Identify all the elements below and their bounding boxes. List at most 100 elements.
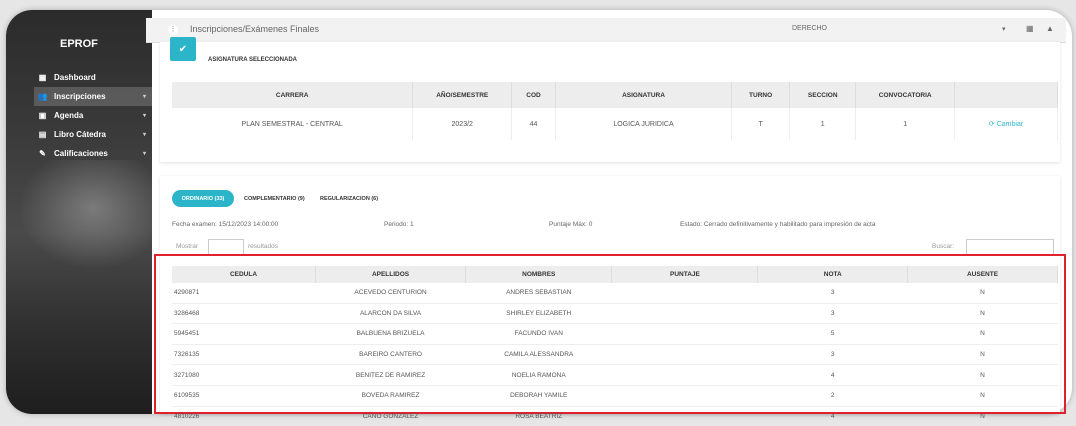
cell-apellidos: BALBUENA BRIZUELA	[315, 323, 466, 345]
fecha-examen: Fecha examen: 15/12/2023 14:00:00	[172, 221, 279, 228]
column-header: CARRERA	[172, 82, 414, 108]
cell-puntaje	[611, 384, 758, 407]
table-row: 3286468 ALARCON DA SILVA SHIRLEY ELIZABE…	[172, 302, 1058, 324]
sidebar-item-label: Dashboard	[54, 73, 96, 82]
page-title: Inscripciones/Exámenes Finales	[190, 24, 320, 34]
table-row: 5945451 BALBUENA BRIZUELA FACUNDO IVAN 5…	[172, 323, 1058, 345]
asignatura-heading: ASIGNATURA SELECCIONADA	[208, 57, 298, 63]
table-row: 3271080 BENITEZ DE RAMIREZ NOELIA RAMONA…	[172, 364, 1058, 386]
sidebar-item-label: Agenda	[54, 111, 84, 120]
search-input[interactable]	[966, 239, 1054, 255]
tab-regularizacion[interactable]: REGULARIZACION (6)	[320, 196, 378, 202]
cambiar-label: Cambiar	[996, 121, 1024, 128]
brand-logo: EPROF	[60, 38, 98, 50]
cell-turno: T	[731, 108, 791, 140]
sidebar-item-label: Inscripciones	[54, 92, 106, 101]
puntaje-max: Puntaje Máx: 0	[549, 221, 593, 228]
menu-dots-icon[interactable]: ⋮	[168, 25, 178, 35]
chevron-down-icon: ▾	[142, 132, 146, 138]
tab-complementario[interactable]: COMPLEMENTARIO (9)	[244, 196, 305, 202]
cell-cedula: 3286468	[172, 302, 316, 324]
dashboard-icon: ▦	[38, 73, 47, 82]
column-header-apellidos[interactable]: APELLIDOS	[315, 266, 467, 283]
column-header: SECCION	[789, 82, 857, 108]
cell-apellidos: ALARCON DA SILVA	[315, 302, 466, 324]
cell-cod: 44	[511, 108, 556, 140]
table-row: 4290871 ACEVEDO CENTURION ANDRES SEBASTI…	[172, 282, 1058, 304]
pencil-icon: ✎	[39, 149, 46, 158]
cell-nota: 5	[757, 323, 908, 345]
cell-cedula: 7326135	[172, 343, 316, 365]
cell-apellidos: ACEVEDO CENTURION	[315, 282, 466, 304]
column-header	[954, 82, 1058, 108]
cell-apellidos: BENITEZ DE RAMIREZ	[315, 364, 466, 386]
cell-carrera: PLAN SEMESTRAL - CENTRAL	[172, 108, 414, 140]
cell-puntaje	[611, 302, 758, 324]
cell-ausente: N	[907, 384, 1058, 407]
column-header: CONVOCATORIA	[855, 82, 956, 108]
cell-nombres: SHIRLEY ELIZABETH	[465, 302, 612, 324]
people-icon: 👥	[37, 92, 48, 101]
cell-cedula: 6109535	[172, 384, 316, 407]
sidebar-item-dashboard[interactable]: ▦ Dashboard	[34, 68, 152, 87]
cell-nota: 2	[757, 384, 908, 407]
tab-ordinario[interactable]: ORDINARIO (33)	[172, 190, 234, 207]
column-header-ausente[interactable]: AUSENTE	[907, 266, 1058, 283]
cell-nombres: ANDRES SEBASTIAN	[465, 282, 612, 304]
sidebar: EPROF ▦ Dashboard 👥 Inscripciones ▾ ▣ Ag…	[6, 10, 152, 414]
carrera-selector[interactable]: DERECHO	[792, 25, 827, 32]
asignatura-table: CARRERA AÑO/SEMESTRE COD ASIGNATURA TURN…	[172, 82, 1058, 140]
resultados-label: resultados	[248, 243, 278, 250]
cell-asignatura: LOGICA JURIDICA	[555, 108, 733, 140]
mostrar-label: Mostrar	[176, 243, 199, 250]
grid-icon[interactable]: ▦	[1026, 24, 1034, 33]
cell-nombres: ROSA BEATRIZ	[465, 405, 612, 426]
periodo: Periodo: 1	[384, 221, 414, 228]
chevron-down-icon: ▾	[142, 94, 146, 100]
sidebar-item-calificaciones[interactable]: ✎ Calificaciones ▾	[34, 144, 152, 163]
book-icon: ▤	[38, 130, 47, 139]
user-icon[interactable]: ▲	[1046, 24, 1054, 33]
cell-apellidos: BAREIRO CANTERO	[315, 343, 466, 365]
column-header-puntaje[interactable]: PUNTAJE	[611, 266, 759, 283]
top-bar: ⋮ Inscripciones/Exámenes Finales DERECHO…	[146, 18, 1066, 43]
cell-puntaje	[611, 364, 758, 386]
chevron-down-icon[interactable]: ▾	[1002, 25, 1006, 33]
column-header: COD	[511, 82, 556, 108]
sidebar-nav: ▦ Dashboard 👥 Inscripciones ▾ ▣ Agenda ▾…	[34, 68, 152, 163]
cell-apellidos: BOVEDA RAMIREZ	[315, 384, 466, 407]
cell-ausente: N	[907, 364, 1058, 386]
sidebar-item-libro-catedra[interactable]: ▤ Libro Cátedra ▾	[34, 125, 152, 144]
sidebar-item-agenda[interactable]: ▣ Agenda ▾	[34, 106, 152, 125]
column-header-cedula[interactable]: CEDULA	[172, 266, 316, 283]
cell-ausente: N	[907, 343, 1058, 365]
page-length-select[interactable]	[208, 239, 244, 255]
cell-nota: 3	[757, 302, 908, 324]
table-header-row: CARRERA AÑO/SEMESTRE COD ASIGNATURA TURN…	[172, 82, 1058, 108]
table-row: 7326135 BAREIRO CANTERO CAMILA ALESSANDR…	[172, 343, 1058, 365]
table-row: PLAN SEMESTRAL - CENTRAL 2023/2 44 LOGIC…	[172, 108, 1058, 140]
students-table: CEDULA APELLIDOS NOMBRES PUNTAJE NOTA AU…	[172, 266, 1058, 426]
cell-ausente: N	[907, 282, 1058, 304]
sidebar-item-inscripciones[interactable]: 👥 Inscripciones ▾	[34, 87, 152, 106]
cell-puntaje	[611, 282, 758, 304]
clipboard-icon: ✔	[170, 37, 196, 61]
column-header: ASIGNATURA	[555, 82, 733, 108]
cell-nombres: DEBORAH YAMILE	[465, 384, 612, 407]
cell-nota: 3	[757, 282, 908, 304]
refresh-icon: ⟳	[988, 121, 995, 128]
cell-ausente: N	[907, 323, 1058, 345]
cell-cedula: 3271080	[172, 364, 316, 386]
cell-ausente: N	[907, 405, 1058, 426]
table-row: 6109535 BOVEDA RAMIREZ DEBORAH YAMILE 2 …	[172, 384, 1058, 407]
table-header-row: CEDULA APELLIDOS NOMBRES PUNTAJE NOTA AU…	[172, 266, 1058, 283]
column-header-nombres[interactable]: NOMBRES	[465, 266, 613, 283]
column-header-nota[interactable]: NOTA	[757, 266, 909, 283]
cell-puntaje	[611, 323, 758, 345]
chevron-down-icon: ▾	[142, 151, 146, 157]
cell-cedula: 4290871	[172, 282, 316, 304]
chevron-down-icon: ▾	[142, 113, 146, 119]
cambiar-button[interactable]: ⟳ Cambiar	[954, 108, 1058, 140]
cell-apellidos: CANO GONZALEZ	[315, 405, 466, 426]
cell-convocatoria: 1	[855, 108, 956, 140]
